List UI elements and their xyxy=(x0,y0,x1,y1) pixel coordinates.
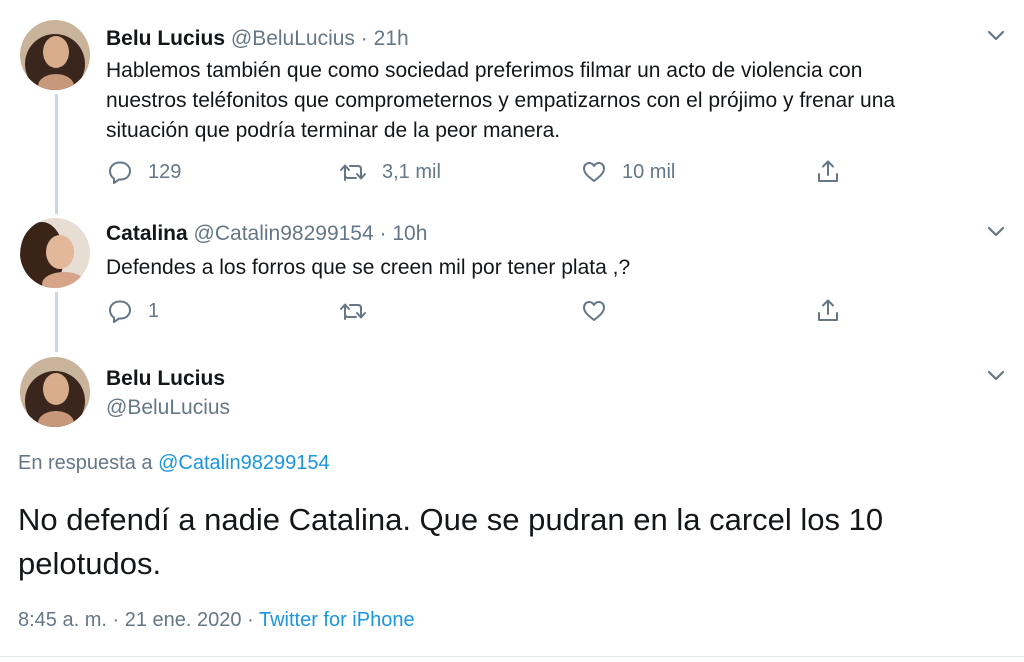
avatar[interactable] xyxy=(20,218,90,288)
retweet-count: 3,1 mil xyxy=(382,160,441,183)
tweet-text: Hablemos también que como sociedad prefe… xyxy=(106,56,1006,146)
chevron-down-icon[interactable] xyxy=(986,224,1006,238)
reply-button[interactable]: 129 xyxy=(106,157,181,187)
tweet-footer: 8:45 a. m. · 21 ene. 2020 · Twitter for … xyxy=(18,609,415,632)
timestamp[interactable]: 10h xyxy=(392,222,427,245)
retweet-icon xyxy=(338,297,368,325)
share-button[interactable] xyxy=(814,296,842,326)
reply-to-link[interactable]: @Catalin98299154 xyxy=(158,452,330,474)
reply-button[interactable]: 1 xyxy=(106,296,159,326)
main-tweet-text: No defendí a nadie Catalina. Que se pudr… xyxy=(18,498,1008,586)
tweet-text-line: Hablemos también que como sociedad prefe… xyxy=(106,59,863,82)
reply-icon xyxy=(106,158,134,186)
tweet-text-line: nuestros teléfonitos que comprometernos … xyxy=(106,89,896,112)
like-icon xyxy=(580,297,608,325)
chevron-down-icon[interactable] xyxy=(986,28,1006,42)
timestamp[interactable]: 21h xyxy=(374,27,409,50)
avatar[interactable] xyxy=(20,20,90,90)
reply-context: En respuesta a @Catalin98299154 xyxy=(18,452,330,475)
thread-line xyxy=(55,292,58,352)
divider xyxy=(0,656,1024,657)
tweet-text: Defendes a los forros que se creen mil p… xyxy=(106,253,1006,283)
tweet-date[interactable]: 21 ene. 2020 xyxy=(125,609,242,631)
like-count: 10 mil xyxy=(622,160,676,183)
author-handle[interactable]: @BeluLucius xyxy=(106,396,230,420)
separator: · xyxy=(360,27,368,50)
source-link[interactable]: Twitter for iPhone xyxy=(259,609,415,631)
share-icon xyxy=(814,158,842,186)
like-button[interactable]: 10 mil xyxy=(580,157,675,187)
tweet-text-line: situación que podría terminar de la peor… xyxy=(106,119,561,142)
like-icon xyxy=(580,158,608,186)
tweet-text-line: Defendes a los forros que se creen mil p… xyxy=(106,256,631,279)
reply-prefix: En respuesta a xyxy=(18,452,153,474)
chevron-down-icon[interactable] xyxy=(986,368,1006,382)
author-name[interactable]: Belu Lucius xyxy=(106,367,225,391)
action-bar: 129 3,1 mil 10 mil xyxy=(106,157,866,187)
author-name[interactable]: Catalina xyxy=(106,222,188,245)
author-name[interactable]: Belu Lucius xyxy=(106,27,225,50)
retweet-button[interactable] xyxy=(338,296,368,326)
like-button[interactable] xyxy=(580,296,608,326)
share-icon xyxy=(814,297,842,325)
tweet-text-line: No defendí a nadie Catalina. Que se pudr… xyxy=(18,502,884,537)
reply-icon xyxy=(106,297,134,325)
retweet-button[interactable]: 3,1 mil xyxy=(338,157,441,187)
share-button[interactable] xyxy=(814,157,842,187)
thread-line xyxy=(55,94,58,214)
separator: · xyxy=(379,222,387,245)
author-handle[interactable]: @BeluLucius xyxy=(231,27,355,50)
author-handle[interactable]: @Catalin98299154 xyxy=(194,222,374,245)
tweet-text-line: pelotudos. xyxy=(18,546,162,581)
reply-count: 1 xyxy=(148,299,160,322)
retweet-icon xyxy=(338,158,368,186)
timestamp[interactable]: 8:45 a. m. xyxy=(18,609,107,631)
action-bar: 1 xyxy=(106,296,866,326)
reply-count: 129 xyxy=(148,160,182,183)
separator: · xyxy=(112,609,120,631)
avatar[interactable] xyxy=(20,357,90,427)
separator: · xyxy=(247,609,254,631)
